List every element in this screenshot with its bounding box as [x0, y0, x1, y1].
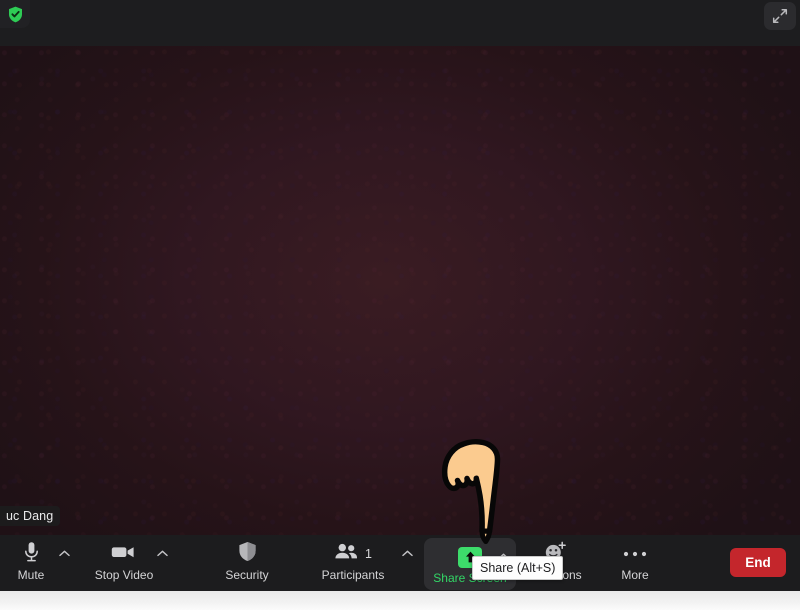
video-camera-icon — [111, 544, 137, 565]
end-meeting-button[interactable]: End — [730, 548, 786, 577]
share-screen-tooltip: Share (Alt+S) — [472, 556, 564, 580]
toolbar-label-participants: Participants — [321, 568, 385, 582]
microphone-icon — [23, 541, 40, 568]
desktop-background-strip — [0, 591, 800, 610]
toolbar-button-participants[interactable]: 1 Participants — [312, 535, 394, 591]
fullscreen-toggle-button[interactable] — [764, 2, 796, 30]
toolbar-button-mute[interactable]: Mute — [8, 535, 54, 591]
toolbar-button-stop-video[interactable]: Stop Video — [86, 535, 162, 591]
shield-icon — [238, 541, 257, 567]
tooltip-text: Share (Alt+S) — [480, 561, 556, 575]
participants-options-chevron-icon[interactable] — [399, 545, 415, 561]
toolbar-label-more: More — [621, 568, 649, 582]
ellipsis-icon — [622, 545, 648, 563]
participants-count-badge: 1 — [365, 546, 372, 561]
zoom-meeting-window: uc Dang Mute Stop Video Security 1 Parti… — [0, 0, 800, 591]
title-bar — [0, 0, 800, 46]
toolbar-label-stop-video: Stop Video — [94, 568, 154, 582]
participant-name-label: uc Dang — [6, 509, 54, 523]
video-options-chevron-icon[interactable] — [154, 545, 170, 561]
video-stage: uc Dang — [0, 46, 800, 535]
toolbar-label-mute: Mute — [17, 568, 45, 582]
video-noise-overlay — [0, 46, 800, 535]
participant-name-tag: uc Dang — [0, 506, 61, 526]
mute-options-chevron-icon[interactable] — [56, 545, 72, 561]
fullscreen-expand-icon — [772, 8, 788, 24]
people-icon — [334, 543, 359, 565]
shield-check-icon — [8, 6, 23, 23]
screen-root: uc Dang Mute Stop Video Security 1 Parti… — [0, 0, 800, 610]
toolbar-button-more[interactable]: More — [608, 535, 662, 591]
toolbar-label-security: Security — [225, 568, 269, 582]
toolbar-button-security[interactable]: Security — [210, 535, 284, 591]
meeting-toolbar: Mute Stop Video Security 1 Participants … — [0, 535, 800, 591]
encryption-status-badge[interactable] — [0, 0, 30, 28]
